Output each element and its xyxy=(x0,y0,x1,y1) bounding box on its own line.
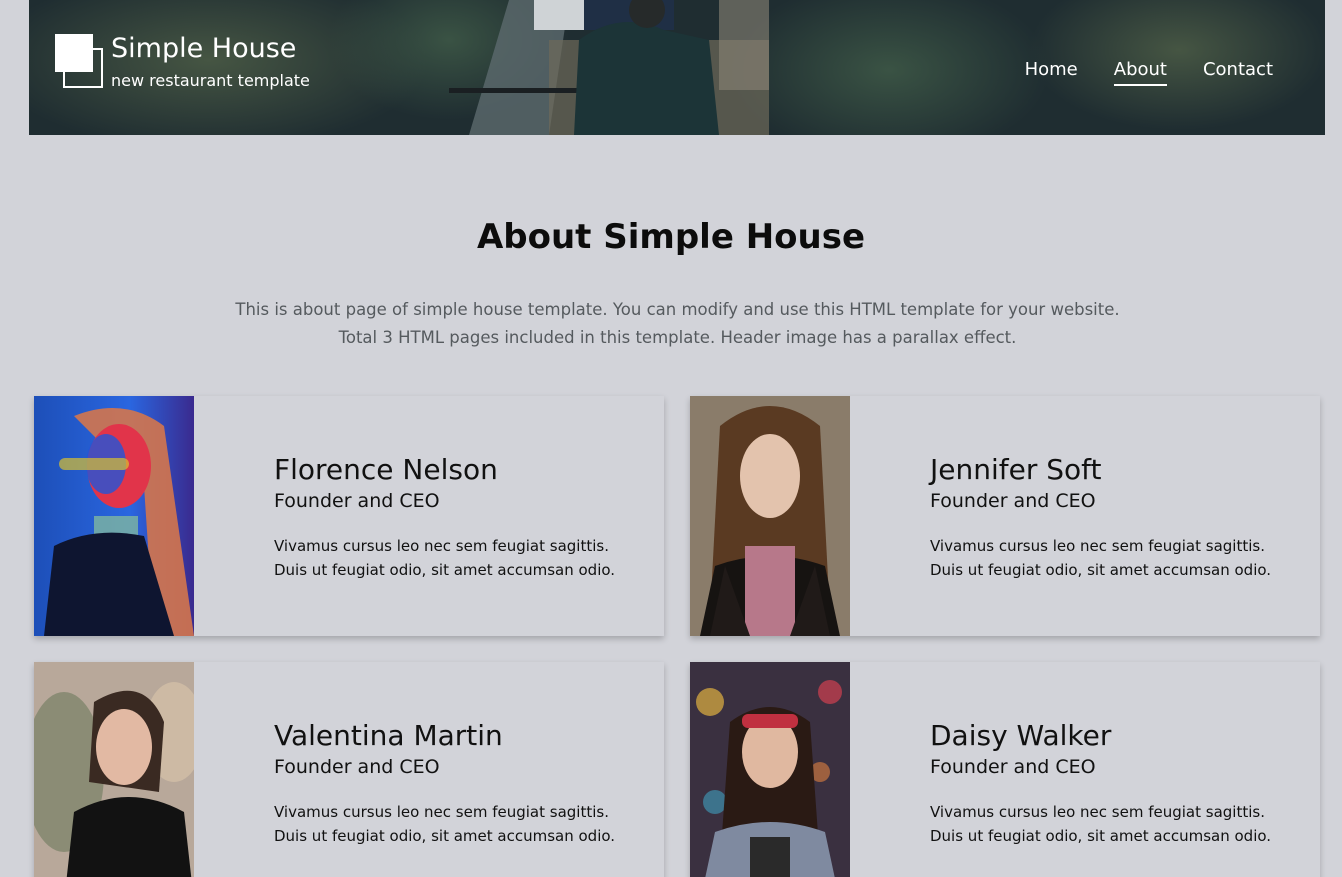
team-member-description: Vivamus cursus leo nec sem feugiat sagit… xyxy=(930,537,1272,579)
team-member-photo xyxy=(690,396,850,636)
nav-home-link[interactable]: Home xyxy=(1025,58,1078,86)
team-member-description: Vivamus cursus leo nec sem feugiat sagit… xyxy=(930,803,1272,845)
team-member-role: Founder and CEO xyxy=(274,756,440,778)
team-member-description: Vivamus cursus leo nec sem feugiat sagit… xyxy=(274,803,616,845)
team-member-photo xyxy=(34,396,194,636)
logo[interactable] xyxy=(55,34,105,90)
team-member-name: Daisy Walker xyxy=(930,719,1112,752)
intro-line-2: Total 3 HTML pages included in this temp… xyxy=(338,328,1017,347)
intro-text: This is about page of simple house templ… xyxy=(0,296,1342,352)
team-member-role: Founder and CEO xyxy=(930,490,1096,512)
site-title[interactable]: Simple House xyxy=(111,32,296,66)
team-card: Daisy Walker Founder and CEO Vivamus cur… xyxy=(690,662,1320,877)
team-member-name: Florence Nelson xyxy=(274,453,498,486)
page-title: About Simple House xyxy=(476,217,866,257)
team-card: Valentina Martin Founder and CEO Vivamus… xyxy=(34,662,664,877)
team-card: Jennifer Soft Founder and CEO Vivamus cu… xyxy=(690,396,1320,636)
nav-contact-link[interactable]: Contact xyxy=(1203,58,1273,86)
logo-square-solid xyxy=(55,34,93,72)
team-member-photo xyxy=(34,662,194,877)
team-member-role: Founder and CEO xyxy=(274,490,440,512)
team-member-description: Vivamus cursus leo nec sem feugiat sagit… xyxy=(274,537,616,579)
team-member-photo xyxy=(690,662,850,877)
team-member-name: Valentina Martin xyxy=(274,719,503,752)
nav-about-link[interactable]: About xyxy=(1113,58,1167,86)
site-header: Simple House new restaurant template Hom… xyxy=(29,0,1325,135)
page: Simple House new restaurant template Hom… xyxy=(0,0,1342,877)
team-card: Florence Nelson Founder and CEO Vivamus … xyxy=(34,396,664,636)
intro-line-1: This is about page of simple house templ… xyxy=(235,300,1120,319)
site-subtitle: new restaurant template xyxy=(111,71,310,90)
team-member-name: Jennifer Soft xyxy=(930,453,1102,486)
team-member-role: Founder and CEO xyxy=(930,756,1096,778)
main-nav: Home About Contact xyxy=(1025,58,1273,86)
